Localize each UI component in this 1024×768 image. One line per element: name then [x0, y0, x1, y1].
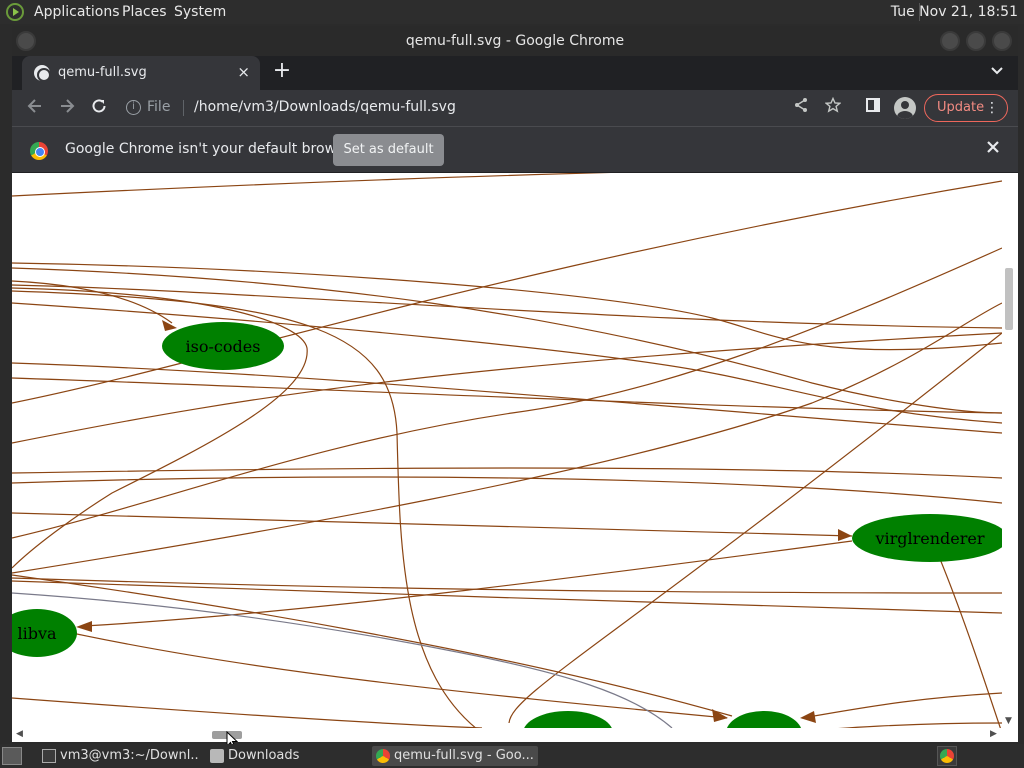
graph-node-label: virglrenderer — [874, 529, 984, 548]
browser-window: qemu-full.svg - Google Chrome qemu-full.… — [12, 26, 1018, 742]
graph-edge — [12, 476, 1002, 504]
graph-edge — [12, 362, 1002, 434]
reload-icon[interactable] — [88, 97, 110, 119]
tab-close-icon[interactable]: × — [237, 63, 250, 81]
address-bar[interactable]: i File /home/vm3/Downloads/qemu-full.svg — [120, 94, 608, 122]
graph-edge — [12, 574, 733, 717]
window-title: qemu-full.svg - Google Chrome — [405, 33, 625, 49]
browser-toolbar: i File /home/vm3/Downloads/qemu-full.svg… — [12, 90, 1018, 126]
graph-node-libva[interactable]: libva — [12, 609, 77, 657]
tab-title: qemu-full.svg — [58, 65, 147, 80]
taskbar-item-label: vm3@vm3:~/Downl... — [60, 748, 200, 763]
more-menu-icon[interactable]: ⋮ — [985, 95, 999, 121]
tab-qemu-full[interactable]: qemu-full.svg × — [22, 56, 260, 90]
update-button[interactable]: Update ⋮ — [924, 94, 1008, 122]
taskbar-terminal[interactable]: vm3@vm3:~/Downl... — [38, 746, 200, 766]
places-menu[interactable]: Places — [122, 4, 167, 20]
bottom-taskbar: vm3@vm3:~/Downl... Downloads qemu-full.s… — [0, 744, 1024, 768]
applications-menu[interactable]: Applications — [34, 4, 120, 20]
graph-node-virglrenderer[interactable]: virglrenderer — [852, 514, 1002, 562]
graph-edge — [71, 632, 728, 719]
vertical-scroll-thumb[interactable] — [1005, 268, 1013, 330]
share-icon[interactable] — [790, 97, 812, 119]
graph-edge — [12, 267, 1002, 414]
graph-node-label: libva — [17, 624, 57, 643]
show-desktop-icon[interactable] — [2, 747, 22, 765]
update-label: Update — [937, 100, 985, 115]
graph-arrowhead — [712, 709, 728, 722]
info-icon[interactable]: i — [126, 100, 141, 115]
graph-arrowhead — [76, 621, 92, 632]
graph-arrowhead — [800, 711, 816, 723]
window-menu-icon[interactable] — [16, 31, 36, 51]
graph-edge — [801, 692, 1002, 719]
infobar-message: Google Chrome isn't your default browser — [65, 141, 358, 157]
url-scheme: File — [147, 99, 171, 115]
graph-edge — [12, 284, 1002, 329]
maximize-button[interactable] — [966, 31, 986, 51]
taskbar-chrome[interactable]: qemu-full.svg - Goo... — [372, 746, 538, 766]
new-tab-button[interactable]: + — [270, 60, 294, 84]
tab-search-chevron-icon[interactable] — [990, 63, 1004, 81]
graph-node-partial — [727, 711, 801, 728]
graph-edge — [12, 332, 1002, 444]
close-window-button[interactable] — [992, 31, 1012, 51]
graph-arrowheads — [76, 320, 852, 723]
chrome-logo-icon — [30, 142, 48, 160]
top-panel: Applications Places System Tue Nov 21, 1… — [0, 0, 1024, 24]
graph-edge — [12, 377, 1002, 414]
svg-viewport[interactable]: iso-codes virglrenderer libva ▼ ◀ ▶ — [12, 173, 1018, 742]
folder-icon — [210, 749, 224, 763]
side-panel-icon[interactable] — [862, 97, 884, 119]
bookmark-star-icon[interactable] — [822, 96, 844, 119]
graph-edge — [12, 302, 1002, 574]
tray-chrome-icon[interactable] — [937, 746, 957, 766]
scroll-left-arrow-icon[interactable]: ◀ — [16, 729, 23, 739]
graph-edge — [12, 302, 1002, 424]
graph-node-label: iso-codes — [186, 337, 261, 356]
graph-edge — [12, 173, 611, 197]
profile-avatar-icon[interactable] — [894, 97, 916, 119]
globe-icon — [34, 65, 51, 82]
graph-edge — [939, 558, 1001, 728]
vertical-scrollbar[interactable]: ▼ — [1002, 173, 1018, 728]
horizontal-scrollbar[interactable]: ◀ ▶ — [12, 728, 1002, 742]
default-browser-infobar: Google Chrome isn't your default browser… — [12, 126, 1018, 172]
taskbar-downloads[interactable]: Downloads — [206, 746, 366, 766]
tab-strip: qemu-full.svg × + — [12, 56, 1018, 90]
infobar-close-icon[interactable] — [986, 138, 1000, 159]
graph-edge — [12, 697, 483, 728]
omnibox-divider — [183, 100, 184, 116]
taskbar-item-label: Downloads — [228, 748, 300, 763]
terminal-icon — [42, 749, 56, 763]
back-arrow-icon[interactable] — [24, 97, 46, 119]
graph-edges — [12, 173, 1002, 728]
dependency-graph: iso-codes virglrenderer libva — [12, 173, 1002, 728]
scroll-right-arrow-icon[interactable]: ▶ — [990, 729, 997, 739]
scroll-down-arrow-icon[interactable]: ▼ — [1005, 716, 1012, 726]
clock[interactable]: Tue Nov 21, 18:51 — [891, 4, 1018, 20]
graph-arrowhead — [838, 529, 852, 541]
graph-edge — [12, 262, 1002, 351]
set-as-default-button[interactable]: Set as default — [333, 134, 444, 166]
minimize-button[interactable] — [940, 31, 960, 51]
graph-node-iso-codes[interactable]: iso-codes — [162, 322, 284, 370]
graph-edge — [12, 512, 853, 537]
graph-node-partial — [524, 711, 612, 728]
forward-arrow-icon[interactable] — [56, 97, 78, 119]
url-text[interactable]: /home/vm3/Downloads/qemu-full.svg — [194, 99, 456, 115]
graph-edge — [12, 467, 1002, 479]
distro-logo-icon[interactable] — [6, 3, 24, 21]
window-titlebar[interactable]: qemu-full.svg - Google Chrome — [12, 26, 1018, 56]
system-menu[interactable]: System — [174, 4, 226, 20]
chrome-icon — [376, 749, 390, 763]
taskbar-item-label: qemu-full.svg - Goo... — [394, 748, 534, 763]
